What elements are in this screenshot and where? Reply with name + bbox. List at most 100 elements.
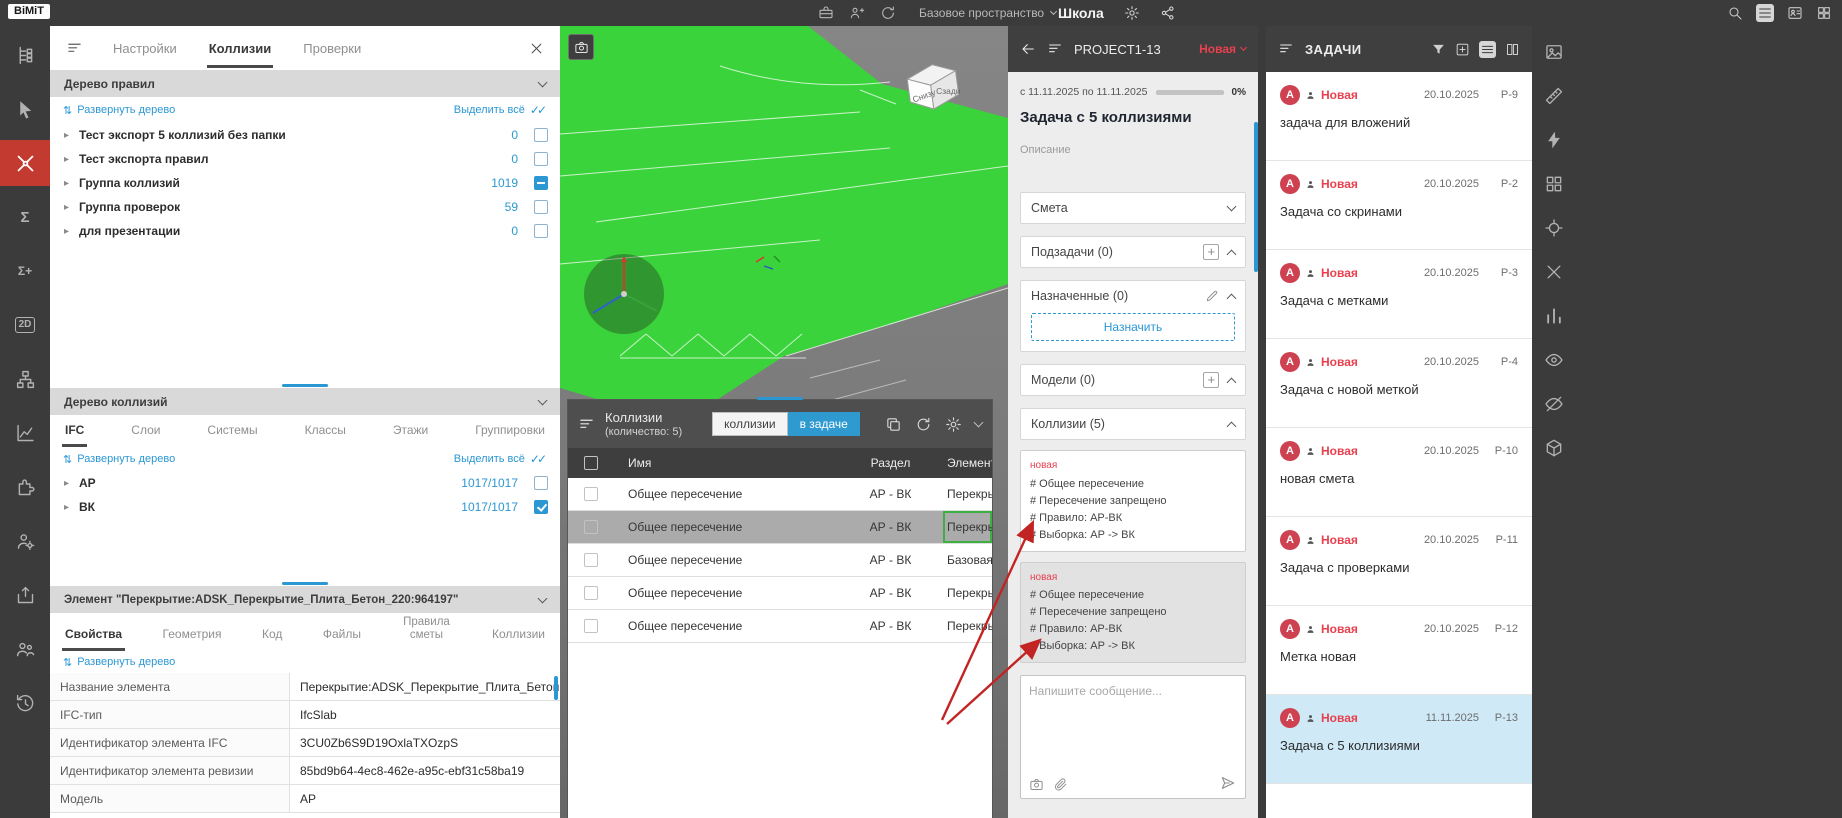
collisions-section[interactable]: Коллизии (5) [1020, 408, 1246, 440]
navcube-face-back[interactable]: Сзади [936, 86, 961, 96]
tab-element-collisions[interactable]: Коллизии [489, 621, 548, 651]
gear-icon[interactable] [1124, 5, 1140, 21]
add-task-icon[interactable] [1455, 42, 1470, 57]
panel-menu-icon[interactable] [1047, 41, 1063, 57]
collisions-tool-icon[interactable] [0, 140, 50, 186]
tab-groupings[interactable]: Группировки [472, 417, 548, 447]
scrollbar[interactable] [1254, 122, 1258, 272]
attach-photo-icon[interactable] [1029, 777, 1044, 792]
rule-tree-item[interactable]: ▸ Группа коллизий 1019 [50, 171, 560, 195]
ruler-icon[interactable] [1544, 86, 1564, 106]
user-settings-icon[interactable] [0, 518, 50, 564]
tab-geometry[interactable]: Геометрия [160, 621, 225, 651]
share-icon[interactable] [1160, 5, 1176, 21]
subtasks-section[interactable]: Подзадачи (0) [1020, 236, 1246, 268]
collision-tree-item[interactable]: ▸ АР 1017/1017 [50, 471, 560, 495]
mode-in-task-button[interactable]: в задаче [788, 412, 860, 436]
row-checkbox[interactable] [584, 553, 598, 567]
tab-floors[interactable]: Этажи [390, 417, 431, 447]
tab-ifc[interactable]: IFC [62, 417, 87, 447]
expand-tree-link[interactable]: ⇅Развернуть дерево [63, 104, 175, 117]
task-card[interactable]: А Новая 20.10.2025 P-4 Задача с новой ме… [1266, 339, 1532, 428]
assignees-section[interactable]: Назначенные (0) Назначить [1020, 280, 1246, 352]
checkbox-partial[interactable] [534, 176, 548, 190]
estimate-section[interactable]: Смета [1020, 192, 1246, 224]
tab-settings[interactable]: Настройки [111, 28, 179, 68]
list-view-icon[interactable] [1479, 41, 1496, 58]
filter-funnel-icon[interactable] [1431, 42, 1446, 57]
navigation-cube[interactable]: Снизу Сзади [894, 52, 970, 122]
focus-target-icon[interactable] [1544, 218, 1564, 238]
rule-tree-item[interactable]: ▸ для презентации 0 [50, 219, 560, 243]
task-card[interactable]: А Новая 20.10.2025 P-10 новая смета [1266, 428, 1532, 517]
tab-estimate-rules[interactable]: Правила сметы [398, 609, 454, 651]
apps-grid-icon[interactable] [1816, 5, 1832, 21]
assign-button[interactable]: Назначить [1031, 313, 1235, 341]
tab-collisions[interactable]: Коллизии [207, 28, 274, 68]
models-section[interactable]: Модели (0) [1020, 364, 1246, 396]
tree-caret-icon[interactable]: ▸ [64, 478, 72, 489]
collision-card-selected[interactable]: новая # Общее пересечение # Пересечение … [1020, 562, 1246, 664]
collaboration-icon[interactable] [0, 626, 50, 672]
plugins-icon[interactable] [0, 464, 50, 510]
panel-menu-icon[interactable] [578, 416, 595, 433]
visibility-icon[interactable] [1544, 350, 1564, 370]
tab-files[interactable]: Файлы [320, 621, 364, 651]
checkbox[interactable] [534, 476, 548, 490]
back-arrow-icon[interactable] [1020, 41, 1036, 57]
message-input[interactable] [1021, 676, 1245, 768]
chevron-down-icon[interactable] [1227, 202, 1237, 212]
select-all-link[interactable]: Выделить всё✓✓ [454, 103, 547, 117]
structure-icon[interactable] [0, 356, 50, 402]
close-icon[interactable] [529, 41, 544, 56]
panel-menu-icon[interactable] [66, 40, 83, 57]
add-subtask-icon[interactable] [1203, 244, 1219, 260]
add-model-icon[interactable] [1203, 372, 1219, 388]
board-view-icon[interactable] [1505, 42, 1520, 57]
checkbox[interactable] [534, 224, 548, 238]
chevron-up-icon[interactable] [1227, 293, 1237, 303]
model-cube-icon[interactable] [1544, 438, 1564, 458]
rule-tree-item[interactable]: ▸ Тест экспорт 5 коллизий без папки 0 [50, 123, 560, 147]
collision-tree-item[interactable]: ▸ ВК 1017/1017 [50, 495, 560, 519]
panel-resize-handle[interactable] [282, 384, 328, 387]
tree-caret-icon[interactable]: ▸ [64, 226, 72, 237]
bimit-logo[interactable]: BiMiT [8, 4, 50, 19]
property-row[interactable]: Модель АР [50, 785, 560, 813]
copy-icon[interactable] [885, 416, 902, 433]
rule-tree-item[interactable]: ▸ Группа проверок 59 [50, 195, 560, 219]
settings-gear-icon[interactable] [945, 416, 962, 433]
tab-checks[interactable]: Проверки [301, 28, 363, 68]
panel-resize-handle[interactable] [757, 397, 803, 400]
task-card[interactable]: А Новая 20.10.2025 P-11 Задача с проверк… [1266, 517, 1532, 606]
panel-resize-handle[interactable] [282, 582, 328, 585]
screenshot-camera-button[interactable] [568, 34, 594, 60]
checkbox[interactable] [534, 152, 548, 166]
section-cut-icon[interactable] [1544, 130, 1564, 150]
view-2d-icon[interactable]: 2D [0, 302, 50, 348]
property-row[interactable]: IFC-тип IfcSlab [50, 701, 560, 729]
collision-row[interactable]: Общее пересечение АР - ВК Перекрыти [568, 610, 992, 643]
rule-tree-item[interactable]: ▸ Тест экспорта правил 0 [50, 147, 560, 171]
column-name[interactable]: Имя [614, 456, 838, 470]
collision-row[interactable]: Общее пересечение АР - ВК Базовая ст [568, 544, 992, 577]
element-section-header[interactable]: Элемент "Перекрытие:ADSK_Перекрытие_Плит… [50, 586, 560, 613]
collision-row-selected[interactable]: Общее пересечение АР - ВК Перекрыти [568, 511, 992, 544]
contact-card-icon[interactable] [1787, 5, 1803, 21]
chevron-up-icon[interactable] [1227, 249, 1237, 259]
row-checkbox[interactable] [584, 619, 598, 633]
tab-code[interactable]: Код [259, 621, 285, 651]
row-checkbox[interactable] [584, 586, 598, 600]
tab-layers[interactable]: Слои [128, 417, 163, 447]
tab-systems[interactable]: Системы [204, 417, 260, 447]
task-card[interactable]: А Новая 20.10.2025 P-12 Метка новая [1266, 606, 1532, 695]
apps-icon[interactable] [1544, 174, 1564, 194]
collision-card[interactable]: новая # Общее пересечение # Пересечение … [1020, 450, 1246, 552]
tree-caret-icon[interactable]: ▸ [64, 502, 72, 513]
rules-tree-header[interactable]: Дерево правил [50, 70, 560, 97]
task-card[interactable]: А Новая 20.10.2025 P-9 задача для вложен… [1266, 72, 1532, 161]
task-card[interactable]: А Новая 20.10.2025 P-2 Задача со скринам… [1266, 161, 1532, 250]
collision-tree-header[interactable]: Дерево коллизий [50, 388, 560, 415]
tree-caret-icon[interactable]: ▸ [64, 178, 72, 189]
team-add-icon[interactable] [849, 5, 865, 21]
